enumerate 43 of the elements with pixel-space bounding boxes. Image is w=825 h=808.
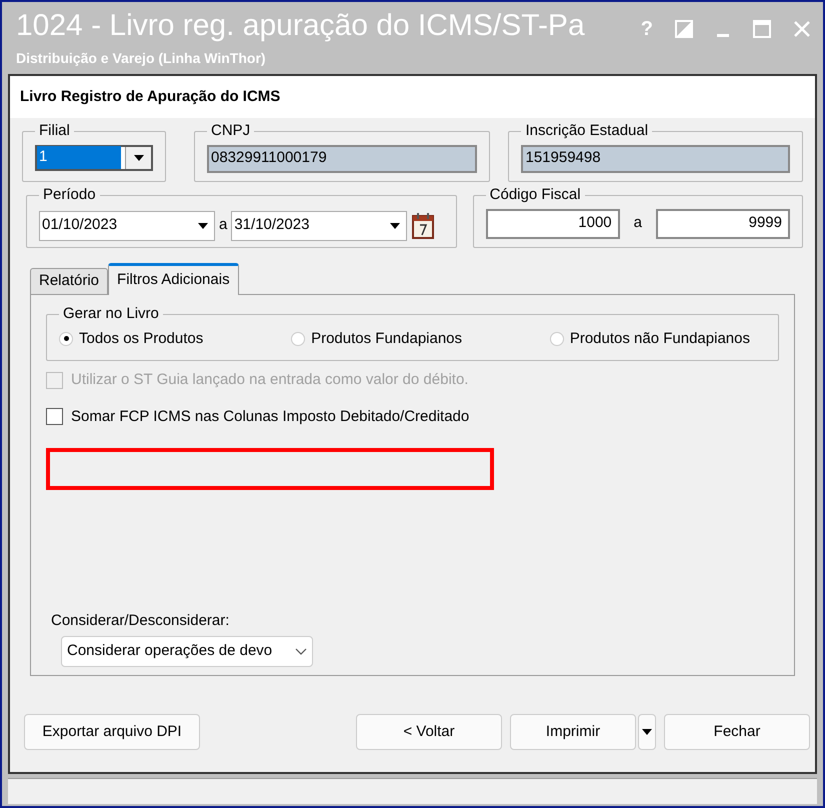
group-label: Inscrição Estadual [525,122,648,139]
text-field[interactable]: 151959498 [521,144,790,172]
group-label: CNPJ [211,122,250,139]
group-label: Gerar no Livro [63,305,159,322]
group-label: Filial [39,122,70,139]
dropdown-arrow-icon [642,729,652,735]
group-label: Código Fiscal [490,186,581,203]
radio-label: Produtos Fundapianos [311,328,462,348]
checkbox[interactable] [46,408,63,426]
filter-label: Considerar/Desconsiderar: [51,610,230,630]
window-title: 1024 - Livro reg. apuração do ICMS/ST-Pa [16,8,585,44]
dropdown-arrow-icon [390,222,400,228]
window-subtitle: Distribuição e Varejo (Linha WinThor) [16,49,267,68]
radio-label: Produtos não Fundapianos [570,328,750,348]
range-separator: a [632,213,643,234]
radio-label: Todos os Produtos [79,328,204,348]
code-field[interactable]: 1000 [486,208,620,238]
text-field[interactable]: 08329911000179 [207,144,478,172]
radio-button[interactable] [550,332,564,346]
date-field[interactable]: 31/10/2023 [231,210,408,240]
dropdown-button[interactable] [638,714,656,750]
range-separator: a [219,215,228,236]
dropdown-arrow-icon [198,222,208,228]
group-label: Período [43,186,96,203]
checkbox-label: Somar FCP ICMS nas Colunas Imposto Debitado/Creditado [71,406,470,426]
action-button[interactable]: Fechar [664,714,810,750]
close-icon[interactable] [793,20,811,38]
chevron-down-icon [295,648,307,656]
contrast-icon[interactable] [675,20,693,38]
tab[interactable]: Filtros Adicionais [108,263,239,295]
tab[interactable]: Relatório [30,268,108,294]
checkbox-label: Utilizar o ST Guia lançado na entrada como valor do débito. [71,370,468,390]
radio-button[interactable] [291,332,306,346]
date-field[interactable]: 01/10/2023 [39,210,215,240]
action-button[interactable]: < Voltar [356,714,502,750]
radio-button[interactable] [59,332,73,346]
action-button[interactable]: Imprimir [510,714,636,750]
calendar-icon[interactable] [411,212,436,240]
consider-select[interactable]: Considerar operações de devo [61,636,313,667]
code-field[interactable]: 9999 [656,208,790,238]
action-button[interactable]: Exportar arquivo DPI [24,714,200,750]
maximize-icon[interactable] [753,20,771,38]
form-title: Livro Registro de Apuração do ICMS [20,86,280,107]
